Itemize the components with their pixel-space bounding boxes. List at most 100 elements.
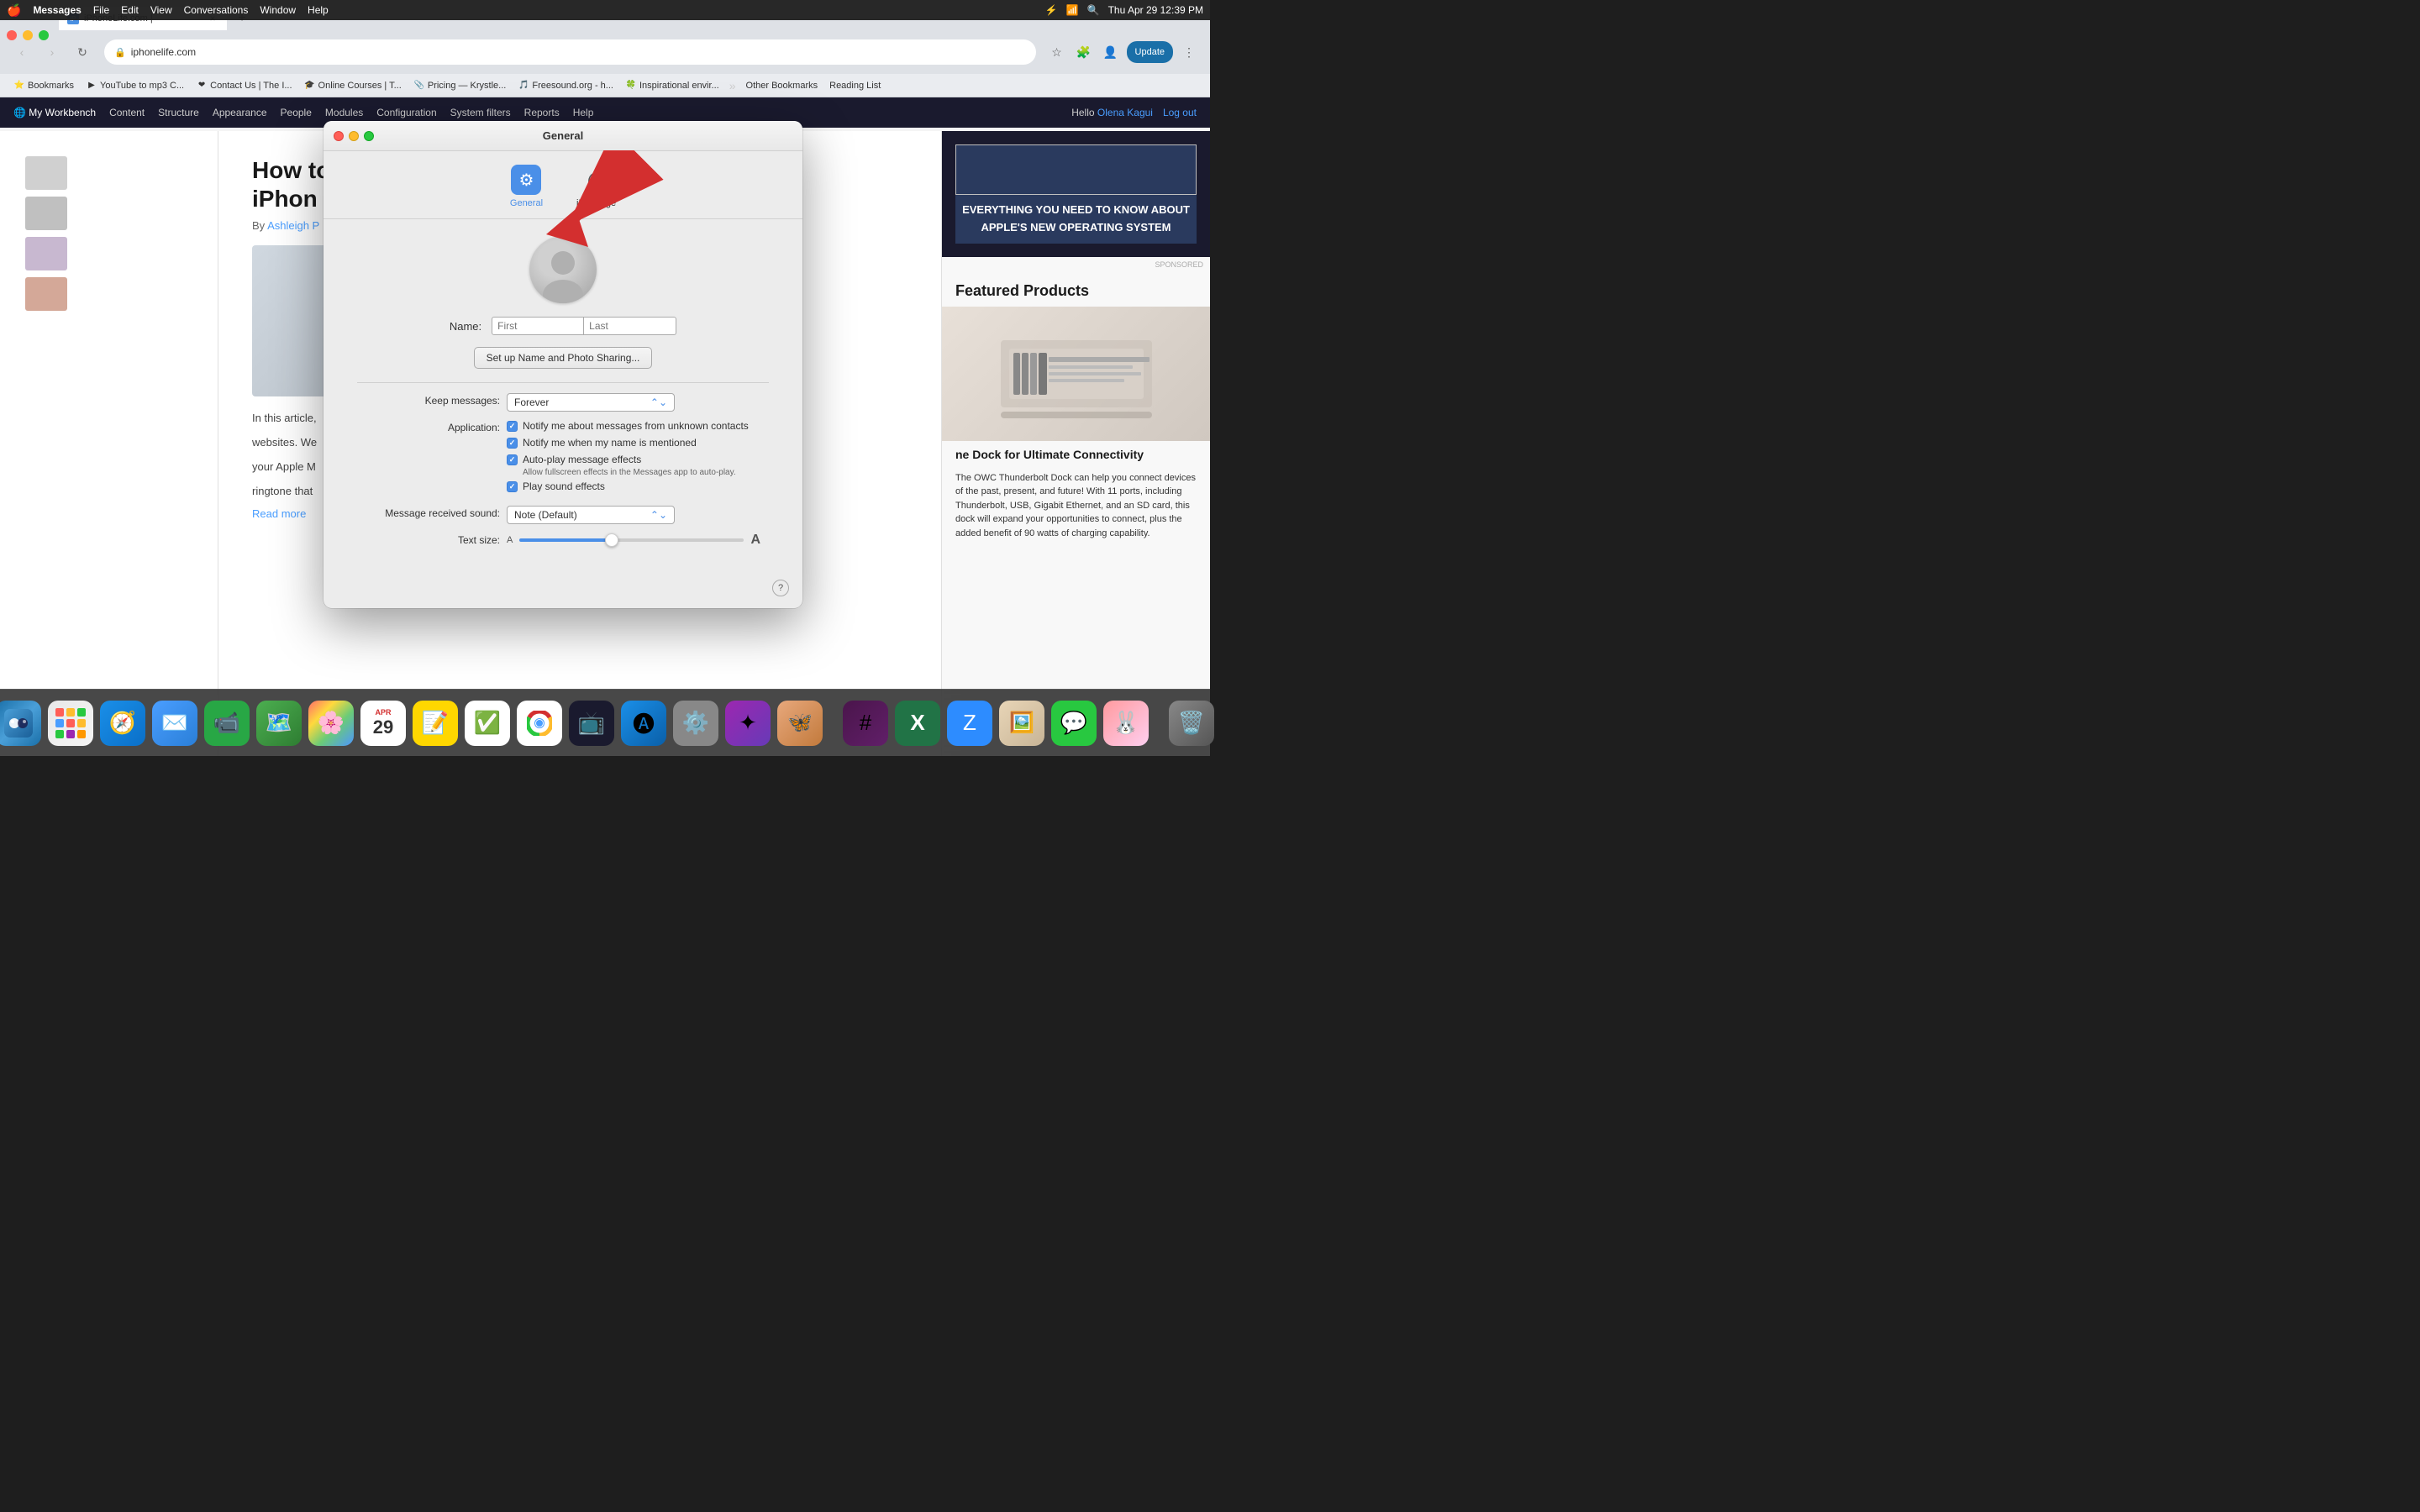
chrome-icon [527, 711, 552, 736]
extensions-icon[interactable]: 🧩 [1073, 41, 1095, 63]
profile-icon[interactable]: 👤 [1100, 41, 1122, 63]
menu-icon[interactable]: ⋮ [1178, 41, 1200, 63]
dock-paperbark[interactable]: 🦋 [777, 701, 823, 746]
dock-maps[interactable]: 🗺️ [256, 701, 302, 746]
general-tab[interactable]: ⚙ General [510, 165, 543, 208]
author-link[interactable]: Ashleigh P [267, 219, 319, 232]
minimize-button[interactable] [23, 30, 33, 40]
bookmark-pricing[interactable]: 📎 Pricing — Krystle... [410, 78, 510, 93]
browser-toolbar: ‹ › ↻ 🔒 iphonelife.com ☆ 🧩 👤 Update ⋮ [0, 30, 1210, 74]
bookmark-other[interactable]: Other Bookmarks [743, 79, 822, 92]
dock-trash[interactable]: 🗑️ [1169, 701, 1214, 746]
dialog-bottom: ? [324, 573, 802, 608]
cms-content[interactable]: Content [109, 107, 145, 118]
help-menu[interactable]: Help [308, 4, 329, 16]
first-name-input[interactable] [492, 317, 584, 335]
help-button[interactable]: ? [772, 580, 789, 596]
textsize-slider[interactable] [519, 538, 744, 542]
cms-sysfilters[interactable]: System filters [450, 107, 511, 118]
dock-messages[interactable]: 💬 [1051, 701, 1097, 746]
application-label: Application: [366, 420, 500, 433]
bookmark-reading[interactable]: Reading List [826, 79, 884, 92]
dock-settings[interactable]: ⚙️ [673, 701, 718, 746]
ad-image [955, 144, 1197, 195]
dialog-close-button[interactable] [334, 131, 344, 141]
dock-notchmeister[interactable]: ✦ [725, 701, 771, 746]
cms-structure[interactable]: Structure [158, 107, 199, 118]
dock-chrome[interactable] [517, 701, 562, 746]
bookmark-youtube[interactable]: ▶ YouTube to mp3 C... [82, 78, 187, 93]
dock-notes[interactable]: 📝 [413, 701, 458, 746]
cms-modules[interactable]: Modules [325, 107, 363, 118]
toolbar-actions: ☆ 🧩 👤 Update ⋮ [1046, 41, 1200, 63]
cms-logout[interactable]: Log out [1163, 107, 1197, 118]
dock-safari[interactable]: 🧭 [100, 701, 145, 746]
courses-icon: 🎓 [304, 80, 316, 92]
cms-username[interactable]: Olena Kagui [1097, 107, 1153, 118]
close-button[interactable] [7, 30, 17, 40]
bookmark-courses[interactable]: 🎓 Online Courses | T... [301, 78, 405, 93]
dock-launchpad[interactable] [48, 701, 93, 746]
search-icon[interactable]: 🔍 [1087, 4, 1100, 16]
bookmark-item[interactable]: ⭐ Bookmarks [10, 78, 77, 93]
view-menu[interactable]: View [150, 4, 172, 16]
bookmark-freesound[interactable]: 🎵 Freesound.org - h... [514, 78, 617, 93]
dock-calendar[interactable]: APR 29 [360, 701, 406, 746]
dock-facetime[interactable]: 📹 [204, 701, 250, 746]
imessage-tab[interactable]: @ iMessage [576, 165, 616, 208]
keep-messages-select[interactable]: Forever ⌃⌄ [507, 393, 675, 412]
slider-row: A A [507, 533, 760, 548]
autoplay-checkbox[interactable] [507, 454, 518, 465]
notify-unknown-checkbox[interactable] [507, 421, 518, 432]
window-menu[interactable]: Window [260, 4, 296, 16]
maximize-button[interactable] [39, 30, 49, 40]
refresh-button[interactable]: ↻ [71, 40, 94, 64]
sound-select[interactable]: Note (Default) ⌃⌄ [507, 506, 675, 524]
bookmarks-more[interactable]: » [728, 79, 738, 92]
checkbox-autoplay: Auto-play message effects [507, 454, 760, 465]
sound-checkbox[interactable] [507, 481, 518, 492]
dock-ai[interactable]: 🐰 [1103, 701, 1149, 746]
last-name-input[interactable] [584, 317, 676, 335]
messages-prefs-dialog[interactable]: General ⚙ General @ iMessage [324, 121, 802, 608]
address-bar[interactable]: 🔒 iphonelife.com [104, 39, 1036, 65]
dock-reminders[interactable]: ✅ [465, 701, 510, 746]
maps-icon: 🗺️ [266, 710, 292, 736]
cms-people[interactable]: People [281, 107, 312, 118]
dock-appstore[interactable]: 🅐 [621, 701, 666, 746]
dialog-minimize-button[interactable] [349, 131, 359, 141]
bookmark-star[interactable]: ☆ [1046, 41, 1068, 63]
cms-workbench[interactable]: 🌐 My Workbench [13, 107, 96, 118]
cms-reports[interactable]: Reports [524, 107, 560, 118]
freesound-icon: 🎵 [518, 80, 529, 92]
dock-zoom[interactable]: Z [947, 701, 992, 746]
reading-list-label: Reading List [829, 81, 881, 91]
app-menu[interactable]: Messages [33, 4, 81, 16]
cms-configuration[interactable]: Configuration [376, 107, 436, 118]
divider-1 [357, 382, 769, 383]
cms-help[interactable]: Help [573, 107, 594, 118]
read-more-link[interactable]: Read more [252, 507, 306, 520]
apple-menu[interactable]: 🍎 [7, 3, 21, 18]
bookmark-inspirational[interactable]: 🍀 Inspirational envir... [622, 78, 723, 93]
file-menu[interactable]: File [93, 4, 109, 16]
dock-slack[interactable]: # [843, 701, 888, 746]
dialog-zoom-button[interactable] [364, 131, 374, 141]
cms-appearance[interactable]: Appearance [213, 107, 267, 118]
dock-mail[interactable]: ✉️ [152, 701, 197, 746]
edit-menu[interactable]: Edit [121, 4, 139, 16]
name-row: Name: [450, 317, 676, 335]
avatar[interactable] [529, 236, 597, 303]
dock-tv[interactable]: 📺 [569, 701, 614, 746]
dock-photos[interactable]: 🌸 [308, 701, 354, 746]
bookmark-contact[interactable]: ❤ Contact Us | The I... [192, 78, 295, 93]
conversations-menu[interactable]: Conversations [184, 4, 249, 16]
facetime-icon: 📹 [213, 710, 240, 736]
update-button[interactable]: Update [1127, 41, 1173, 63]
dock-finder[interactable] [0, 701, 41, 746]
notify-name-checkbox[interactable] [507, 438, 518, 449]
dock-excel[interactable]: X [895, 701, 940, 746]
keep-messages-control: Forever ⌃⌄ [507, 393, 760, 412]
setup-name-photo-button[interactable]: Set up Name and Photo Sharing... [474, 347, 653, 369]
dock-photos2[interactable]: 🖼️ [999, 701, 1044, 746]
